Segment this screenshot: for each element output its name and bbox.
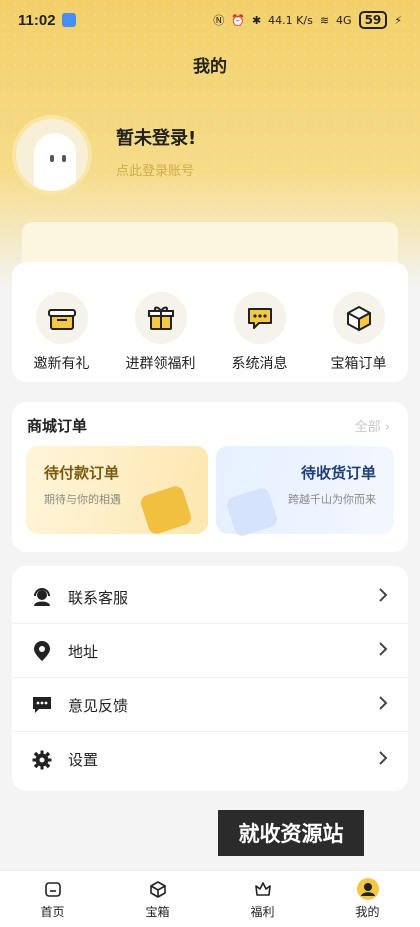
menu-item-label: 地址 xyxy=(68,642,99,661)
customer-service-icon xyxy=(32,587,52,607)
menu-item-label: 设置 xyxy=(68,751,99,769)
gear-icon xyxy=(32,750,52,770)
mall-orders-card: 商城订单 全部 › 待付款订单 期待与你的相遇 待收货订单 跨越千山为你而来 xyxy=(12,402,408,552)
tab-profile[interactable]: 我的 xyxy=(315,871,420,927)
tab-label: 福利 xyxy=(250,905,275,919)
box-icon xyxy=(147,878,169,900)
message-icon xyxy=(233,292,286,344)
tab-home[interactable]: 首页 xyxy=(0,871,105,927)
location-pin-icon xyxy=(32,641,52,661)
chevron-right-icon xyxy=(378,695,388,715)
menu-item-settings[interactable]: 设置 xyxy=(12,733,408,786)
tab-box[interactable]: 宝箱 xyxy=(105,871,210,927)
tab-label: 我的 xyxy=(355,905,380,919)
status-bar: 11:02 Ⓝ ⏰ ✱ 44.1 K/s ≋ 4G 59 ⚡ xyxy=(0,0,420,40)
pending-payment-title: 待付款订单 xyxy=(44,464,120,482)
signal-type: 4G xyxy=(336,13,352,27)
chevron-right-icon xyxy=(378,641,388,661)
welfare-icon xyxy=(252,878,274,900)
bottom-tab-bar: 首页 宝箱 福利 我的 xyxy=(0,870,420,927)
menu-item-label: 联系客服 xyxy=(68,588,129,607)
gift-box-icon xyxy=(35,292,88,344)
quick-action-box-orders[interactable]: 宝箱订单 xyxy=(314,292,404,373)
tab-label: 宝箱 xyxy=(145,905,170,919)
charging-icon: ⚡ xyxy=(394,13,402,27)
present-icon xyxy=(134,292,187,344)
cube-icon xyxy=(332,292,385,344)
chevron-right-icon xyxy=(378,587,388,607)
ghost-avatar-icon xyxy=(34,133,76,191)
menu-item-feedback[interactable]: 意见反馈 xyxy=(12,679,408,732)
quick-action-messages[interactable]: 系统消息 xyxy=(215,292,305,373)
quick-action-label: 系统消息 xyxy=(231,356,288,372)
home-icon xyxy=(42,878,64,900)
menu-item-customer-service[interactable]: 联系客服 xyxy=(12,571,408,624)
login-link[interactable]: 点此登录账号 xyxy=(116,160,194,179)
app-notification-icon xyxy=(61,13,76,27)
bluetooth-icon: ✱ xyxy=(251,13,262,27)
settings-menu: 联系客服 地址 意见反馈 设置 xyxy=(12,566,408,791)
quick-action-label: 邀新有礼 xyxy=(33,356,90,372)
feedback-icon xyxy=(32,695,52,715)
menu-item-label: 意见反馈 xyxy=(68,696,129,715)
quick-actions: 邀新有礼 进群领福利 系统消息 宝箱订单 xyxy=(12,262,408,382)
orders-all-link[interactable]: 全部 › xyxy=(355,416,390,435)
user-name[interactable]: 暂未登录! xyxy=(116,124,196,150)
quick-action-group[interactable]: 进群领福利 xyxy=(116,292,206,373)
avatar[interactable] xyxy=(12,115,92,195)
pending-receipt-title: 待收货订单 xyxy=(300,464,376,482)
alarm-icon: ⏰ xyxy=(231,13,245,27)
pending-receipt-card[interactable]: 待收货订单 跨越千山为你而来 xyxy=(216,446,394,538)
page-title: 我的 xyxy=(193,57,227,77)
quick-action-invite[interactable]: 邀新有礼 xyxy=(17,292,107,373)
status-time: 11:02 xyxy=(18,11,56,29)
battery-indicator: 59 xyxy=(358,11,388,29)
menu-item-address[interactable]: 地址 xyxy=(12,625,408,678)
pending-payment-card[interactable]: 待付款订单 期待与你的相遇 xyxy=(26,446,208,536)
profile-icon xyxy=(356,878,379,900)
tab-label: 首页 xyxy=(40,905,65,919)
watermark-label: 就收资源站 xyxy=(218,810,364,856)
tab-welfare[interactable]: 福利 xyxy=(210,871,315,927)
quick-action-label: 宝箱订单 xyxy=(330,356,387,372)
wifi-icon: ≋ xyxy=(319,13,330,27)
chevron-right-icon xyxy=(378,750,388,770)
network-speed: 44.1 K/s xyxy=(268,13,313,27)
quick-action-label: 进群领福利 xyxy=(125,356,196,372)
nfc-icon: Ⓝ xyxy=(213,14,225,27)
orders-title: 商城订单 xyxy=(27,417,88,435)
